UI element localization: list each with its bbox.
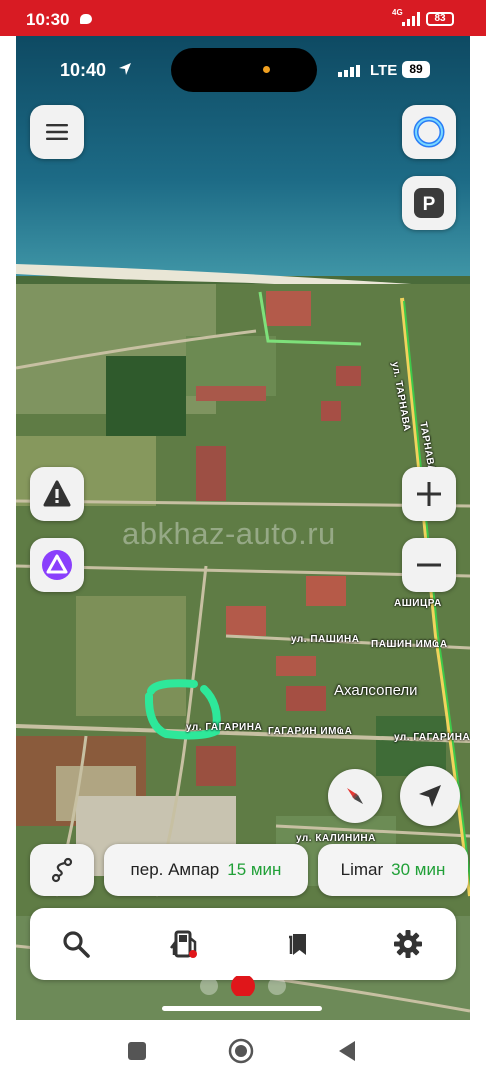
square-icon <box>128 1042 146 1060</box>
page-indicator <box>200 976 286 996</box>
street-label-gagarina-left: ул. ГАГАРИНА <box>186 722 263 733</box>
compass-button[interactable] <box>328 769 382 823</box>
route-time: 30 мин <box>391 860 446 879</box>
android-nav-bar <box>0 1020 486 1080</box>
street-label-pashin-imqa: ПАШИН ИМҨА <box>371 639 448 650</box>
gear-icon <box>394 930 422 958</box>
route-destination: пер. Ампар <box>130 860 220 879</box>
route-chip-limar[interactable]: Limar 30 мин <box>318 844 468 896</box>
search-icon <box>63 931 90 958</box>
home-button[interactable] <box>228 1038 254 1064</box>
dynamic-island <box>171 48 317 92</box>
alice-icon <box>42 550 72 580</box>
street-label-gagarin-imqa: ГАГАРИН ИМҨА <box>268 726 353 737</box>
parking-button[interactable]: P <box>402 176 456 230</box>
street-label-ashitsra: АШИЦРА <box>394 598 442 609</box>
bottom-tab-bar <box>30 908 456 980</box>
zoom-in-button[interactable] <box>402 467 456 521</box>
zoom-out-button[interactable] <box>402 538 456 592</box>
back-button[interactable] <box>334 1038 360 1064</box>
android-battery: 83 <box>426 12 454 26</box>
phone-screenshot: abkhaz-auto.ru ул. ТАРНАВА ТАРНАВА АШИЦР… <box>16 36 470 1020</box>
location-arrow-icon <box>119 63 131 75</box>
compass-icon <box>347 788 363 804</box>
alice-voice-button[interactable] <box>402 105 456 159</box>
my-location-button[interactable] <box>400 766 460 826</box>
town-label: Ахалсопели <box>334 682 418 699</box>
android-status-bar: 10:30 4G 83 <box>0 0 486 36</box>
menu-button[interactable] <box>30 105 84 159</box>
android-clock: 10:30 <box>26 10 70 29</box>
minus-icon <box>417 563 441 567</box>
bookmark-icon <box>289 934 306 955</box>
alice-button[interactable] <box>30 538 84 592</box>
tab-bookmarks[interactable] <box>276 922 320 966</box>
message-notification-icon <box>80 14 92 24</box>
recording-dot <box>263 66 270 73</box>
back-triangle-icon <box>339 1041 355 1061</box>
parking-icon: P <box>414 188 444 218</box>
menu-icon <box>46 124 68 140</box>
fuel-icon <box>170 930 197 958</box>
alert-icon <box>43 480 71 507</box>
location-arrow-icon <box>419 785 441 807</box>
ios-network-type: LTE <box>370 62 398 79</box>
tab-settings[interactable] <box>386 922 430 966</box>
signal-icon <box>402 12 420 26</box>
routes-button[interactable] <box>30 844 94 896</box>
recents-button[interactable] <box>124 1038 150 1064</box>
alice-icon <box>413 116 445 148</box>
ios-battery: 89 <box>402 61 430 78</box>
svg-text:P: P <box>423 194 436 215</box>
route-time: 15 мин <box>227 860 282 879</box>
ios-home-indicator <box>162 1006 322 1011</box>
ios-clock: 10:40 <box>60 60 107 80</box>
street-label-pashina: ул. ПАШИНА <box>291 634 360 645</box>
tab-search[interactable] <box>54 922 98 966</box>
route-chip-ampar[interactable]: пер. Ампар 15 мин <box>104 844 308 896</box>
tab-fuel[interactable] <box>162 922 206 966</box>
home-circle-icon <box>228 1038 254 1064</box>
route-icon <box>51 857 73 883</box>
road-alert-button[interactable] <box>30 467 84 521</box>
street-label-gagarina-right: ул. ГАГАРИНА <box>394 732 470 743</box>
route-destination: Limar <box>340 860 384 879</box>
plus-icon <box>417 482 441 506</box>
watermark: abkhaz-auto.ru <box>122 516 336 551</box>
signal-icon <box>338 65 360 77</box>
street-label-kalinina: ул. КАЛИНИНА <box>296 833 376 844</box>
